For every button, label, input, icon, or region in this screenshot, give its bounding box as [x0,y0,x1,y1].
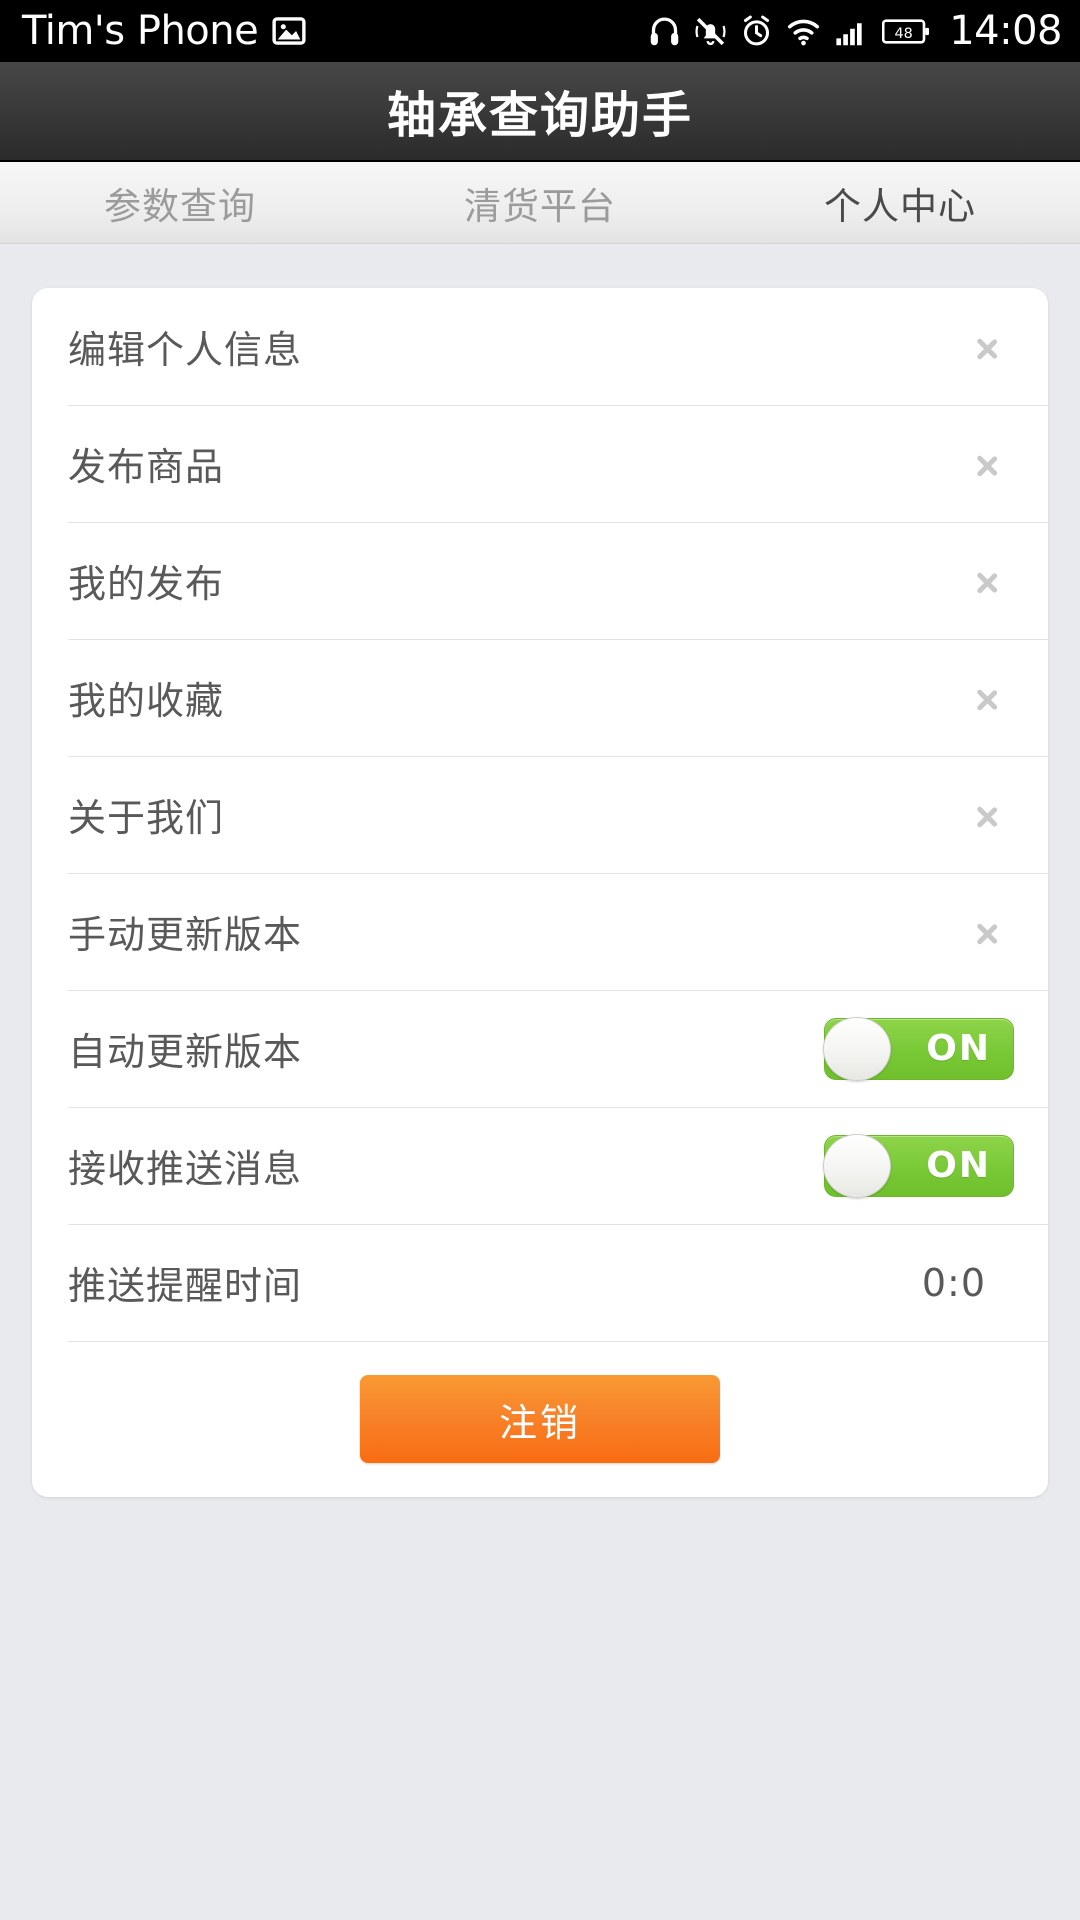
receive-push-toggle[interactable]: ON [823,1133,1014,1198]
tab-personal-center[interactable]: 个人中心 [720,176,1080,230]
toggle-knob-icon [823,1016,891,1081]
menu-item-publish-product[interactable]: 发布商品 [32,405,1048,522]
chevron-right-icon [976,328,998,366]
chevron-right-icon [976,445,998,483]
chevron-right-icon [976,562,998,600]
menu-item-label: 我的发布 [68,562,225,606]
alarm-clock-icon [740,15,773,48]
push-reminder-time-value: 0:0 [921,1260,986,1305]
app-title-bar: 轴承查询助手 [0,62,1080,162]
tab-parameter-query[interactable]: 参数查询 [0,176,360,230]
menu-item-label: 关于我们 [68,796,225,840]
toggle-state-label: ON [926,1145,991,1186]
status-bar-left: Tim's Phone [22,8,306,54]
chevron-right-icon [976,796,998,834]
battery-icon: 48 [882,16,930,47]
menu-item-auto-update[interactable]: 自动更新版本 ON [32,990,1048,1107]
settings-card: 编辑个人信息 发布商品 我的发布 我的收藏 关于我们 手动更新版本 自动更新版本 [32,288,1048,1497]
status-bar-right: 48 14:08 [648,8,1062,54]
menu-item-edit-profile[interactable]: 编辑个人信息 [32,288,1048,405]
menu-item-label: 我的收藏 [68,679,225,723]
menu-item-label: 推送提醒时间 [68,1264,303,1308]
logout-button[interactable]: 注销 [360,1375,720,1463]
svg-text:48: 48 [895,25,913,41]
menu-item-label: 自动更新版本 [68,1030,303,1074]
headphones-icon [648,15,681,48]
toggle-knob-icon [823,1133,891,1198]
menu-item-push-reminder-time[interactable]: 推送提醒时间 0:0 [32,1224,1048,1341]
menu-item-label: 手动更新版本 [68,913,303,957]
logout-row: 注销 [32,1341,1048,1497]
auto-update-toggle[interactable]: ON [823,1016,1014,1081]
menu-item-label: 编辑个人信息 [68,328,303,372]
menu-item-about-us[interactable]: 关于我们 [32,756,1048,873]
menu-item-my-publications[interactable]: 我的发布 [32,522,1048,639]
menu-item-label: 发布商品 [68,445,225,489]
chevron-right-icon [976,913,998,951]
clock-time: 14:08 [949,8,1062,54]
page-title: 轴承查询助手 [386,86,693,144]
menu-item-label: 接收推送消息 [68,1147,303,1191]
chevron-right-icon [976,679,998,717]
tab-bar: 参数查询 清货平台 个人中心 [0,162,1080,244]
toggle-state-label: ON [926,1028,991,1069]
status-bar: Tim's Phone 48 14:08 [0,0,1080,62]
menu-item-manual-update[interactable]: 手动更新版本 [32,873,1048,990]
menu-item-my-favorites[interactable]: 我的收藏 [32,639,1048,756]
wifi-icon [786,15,821,48]
menu-item-receive-push[interactable]: 接收推送消息 ON [32,1107,1048,1224]
image-icon [272,14,306,48]
signal-bars-icon [834,15,869,48]
main-content: 编辑个人信息 发布商品 我的发布 我的收藏 关于我们 手动更新版本 自动更新版本 [0,244,1080,1920]
tab-clearance-platform[interactable]: 清货平台 [360,176,720,230]
device-name: Tim's Phone [22,8,259,54]
vibrate-off-icon [694,15,727,48]
